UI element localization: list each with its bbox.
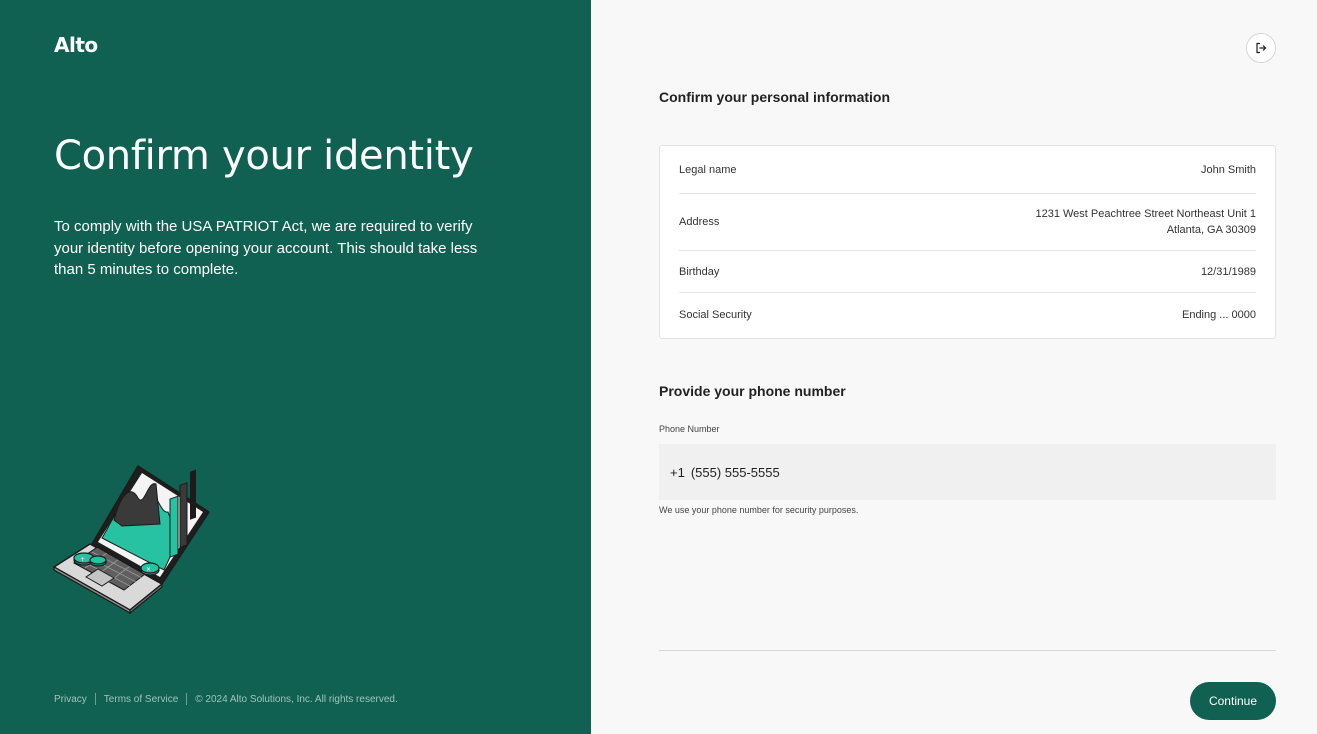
legal-name-label: Legal name — [679, 163, 737, 176]
continue-button[interactable]: Continue — [1190, 682, 1276, 720]
birthday-value: 12/31/1989 — [1200, 265, 1256, 278]
ssn-value: Ending ... 0000 — [1181, 309, 1256, 321]
info-row-birthday: Birthday 12/31/1989 — [679, 251, 1256, 293]
personal-info-card: Legal name John Smith Address 1231 West … — [659, 145, 1276, 339]
right-panel: Confirm your personal information Legal … — [591, 0, 1317, 734]
terms-link[interactable]: Terms of Service — [104, 694, 178, 705]
ssn-label: Social Security — [679, 309, 752, 321]
copyright-text: © 2024 Alto Solutions, Inc. All rights r… — [195, 693, 398, 705]
info-row-ssn: Social Security Ending ... 0000 — [679, 293, 1256, 337]
divider — [659, 650, 1276, 651]
footer-divider — [94, 693, 96, 705]
info-row-address: Address 1231 West Peachtree Street North… — [679, 194, 1256, 251]
page-description: To comply with the USA PATRIOT Act, we a… — [54, 218, 478, 278]
footer-divider — [186, 693, 188, 705]
address-value: 1231 West Peachtree Street Northeast Uni… — [1035, 206, 1256, 238]
left-panel: Alto Confirm your identity To comply wit… — [0, 0, 591, 734]
logout-icon — [1256, 42, 1267, 54]
logout-button[interactable] — [1246, 33, 1276, 63]
info-row-legal-name: Legal name John Smith — [679, 146, 1256, 194]
phone-helper-text: We use your phone number for security pu… — [659, 505, 859, 515]
alto-logo[interactable]: Alto — [54, 33, 98, 57]
birthday-label: Birthday — [679, 265, 720, 278]
page-title: Confirm your identity — [54, 133, 474, 179]
footer: Privacy Terms of Service © 2024 Alto Sol… — [54, 693, 398, 705]
legal-name-value: John Smith — [1200, 163, 1256, 176]
phone-number-value[interactable]: (555) 555-5555 — [691, 465, 780, 480]
privacy-link[interactable]: Privacy — [54, 694, 87, 705]
svg-text:×: × — [146, 566, 151, 573]
address-line-2: Atlanta, GA 30309 — [1166, 224, 1256, 236]
personal-info-title: Confirm your personal information — [659, 89, 891, 105]
svg-text:+: + — [80, 556, 85, 563]
phone-section-title: Provide your phone number — [659, 383, 846, 399]
country-code[interactable]: +1 — [670, 465, 685, 480]
address-label: Address — [679, 216, 720, 228]
laptop-chart-illustration: + × — [53, 465, 210, 615]
phone-number-input[interactable]: +1 (555) 555-5555 — [659, 444, 1276, 500]
phone-number-label: Phone Number — [659, 424, 720, 434]
address-line-1: 1231 West Peachtree Street Northeast Uni… — [1035, 208, 1256, 220]
